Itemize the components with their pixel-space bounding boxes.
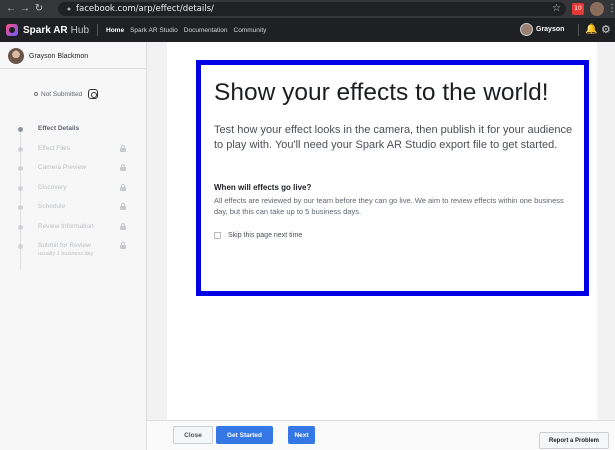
nav-home[interactable]: Home — [106, 27, 124, 34]
header-user-name[interactable]: Grayson — [536, 18, 564, 42]
step-camera-preview: Camera Preview — [0, 161, 146, 175]
address-bar[interactable]: ● facebook.com/arp/effect/details/ — [58, 2, 566, 16]
header-separator — [578, 24, 579, 36]
step-label: Effect Files — [38, 144, 71, 152]
section-heading: When will effects go live? — [214, 183, 312, 192]
nav-documentation[interactable]: Documentation — [184, 27, 228, 34]
step-dot-icon — [18, 224, 23, 230]
step-label: Schedule — [38, 203, 66, 210]
lock-icon: ● — [66, 5, 72, 13]
menu-dots-icon[interactable]: ⋮ — [607, 0, 615, 18]
main-content: Show your effects to the world! Test how… — [147, 42, 615, 450]
url-text: facebook.com/arp/effect/details/ — [76, 4, 214, 14]
spark-ar-logo-icon[interactable] — [6, 24, 18, 36]
get-started-button[interactable]: Get Started — [216, 426, 273, 444]
next-button[interactable]: Next — [288, 426, 315, 444]
skip-option[interactable]: Skip this page next time — [214, 232, 302, 239]
gear-icon[interactable]: ⚙ — [601, 18, 611, 42]
step-discovery: Discovery — [0, 181, 146, 195]
lock-icon — [120, 242, 126, 249]
submission-status: Not Submitted — [34, 89, 99, 99]
brand-name[interactable]: Spark AR — [23, 25, 68, 36]
header-avatar[interactable] — [520, 23, 533, 36]
lock-icon — [120, 144, 126, 152]
lock-icon — [120, 164, 126, 171]
lock-icon — [120, 203, 126, 210]
step-label: Camera Preview — [38, 164, 87, 171]
step-review-information: Review Information — [0, 220, 146, 234]
step-dot-icon — [18, 127, 23, 132]
app-header: Spark AR Hub Home Spark AR Studio Docume… — [0, 18, 615, 42]
back-icon[interactable]: ← — [4, 0, 18, 18]
step-dot-icon — [18, 166, 23, 171]
browser-profile-icon[interactable] — [590, 2, 604, 16]
step-schedule: Schedule — [0, 200, 146, 214]
instagram-icon — [88, 89, 99, 99]
refresh-icon[interactable]: ↻ — [32, 0, 46, 18]
step-label: Discovery — [38, 183, 67, 191]
step-effect-details[interactable]: Effect Details — [0, 122, 146, 136]
footer-bar: Close Get Started Next Report a Problem — [147, 420, 615, 450]
step-label: Review Information — [38, 222, 94, 230]
page-title: Show your effects to the world! — [214, 79, 549, 106]
intro-panel: Show your effects to the world! Test how… — [196, 60, 589, 296]
nav-spark-ar-studio[interactable]: Spark AR Studio — [130, 27, 178, 34]
lock-icon — [120, 222, 126, 230]
header-divider — [97, 24, 99, 36]
step-label: Submit for Review — [38, 242, 91, 249]
step-effect-files: Effect Files — [0, 142, 146, 156]
nav-community[interactable]: Community — [234, 27, 267, 34]
sidebar-user-name: Grayson Blackmon — [29, 52, 89, 60]
sidebar-divider — [0, 68, 146, 69]
sidebar: Grayson Blackmon Not Submitted Effect De… — [0, 42, 147, 450]
review-info-text: All effects are reviewed by our team bef… — [214, 196, 564, 216]
bell-icon[interactable]: 🔔 — [585, 18, 597, 42]
extension-icon[interactable]: 10 — [572, 3, 584, 15]
step-sublabel: usually 1 business day — [38, 251, 94, 257]
sidebar-user: Grayson Blackmon — [8, 48, 88, 64]
status-dot-icon — [34, 92, 38, 96]
content-card: Show your effects to the world! Test how… — [167, 42, 597, 420]
lock-icon — [120, 183, 126, 191]
forward-icon[interactable]: → — [18, 0, 32, 18]
step-dot-icon — [18, 185, 23, 191]
browser-toolbar: ← → ↻ ● facebook.com/arp/effect/details/… — [0, 0, 615, 18]
step-dot-icon — [18, 205, 23, 210]
skip-label[interactable]: Skip this page next time — [228, 232, 302, 239]
step-label: Effect Details — [38, 125, 80, 132]
step-dot-icon — [18, 244, 23, 249]
avatar — [8, 48, 24, 64]
star-icon[interactable]: ☆ — [552, 0, 561, 18]
report-problem-button[interactable]: Report a Problem — [539, 432, 609, 449]
brand-suffix[interactable]: Hub — [71, 25, 89, 36]
status-badge: Not Submitted — [41, 90, 83, 98]
intro-text: Test how your effect looks in the camera… — [214, 124, 573, 151]
step-dot-icon — [18, 146, 23, 152]
close-button[interactable]: Close — [173, 426, 213, 444]
step-submit-for-review: Submit for Review usually 1 business day — [0, 239, 146, 261]
skip-checkbox[interactable] — [214, 232, 221, 239]
